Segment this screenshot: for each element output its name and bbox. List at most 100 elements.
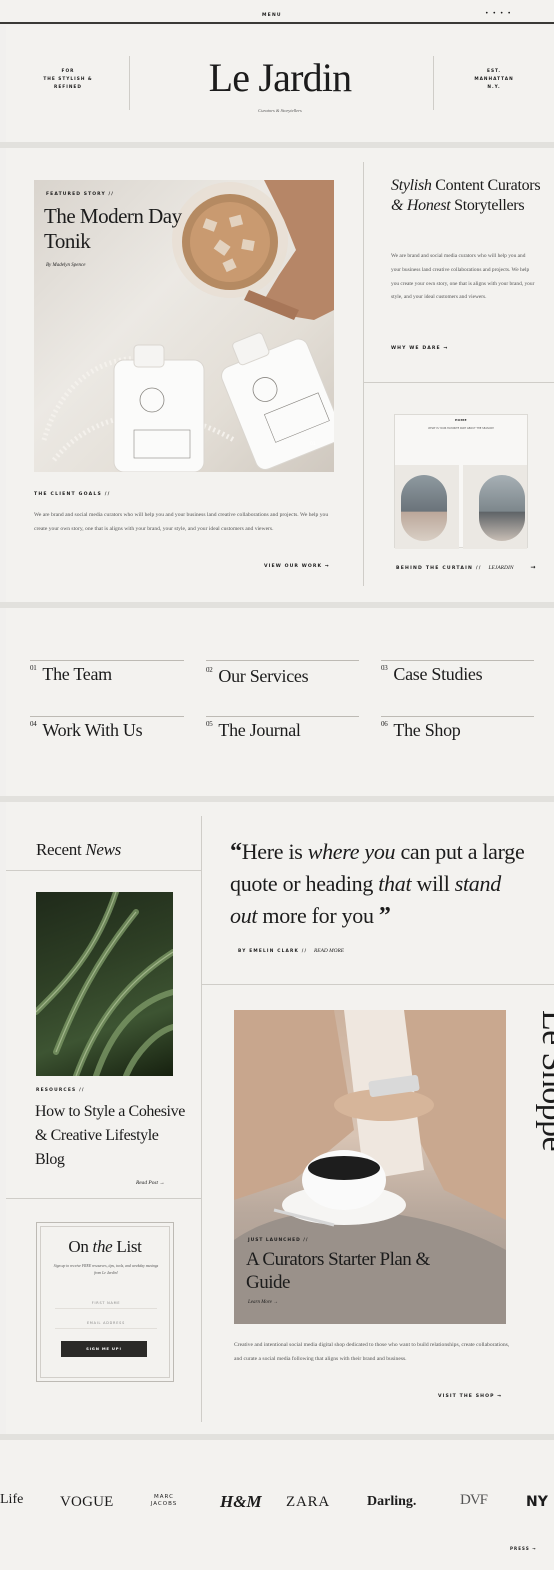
news-shop-section: Recent News RESOURCES // How to Style a … (6, 802, 554, 1434)
learn-more-link[interactable]: Learn More → (248, 1300, 278, 1305)
featured-section: FEATURED STORY // The Modern Day Tonik B… (6, 148, 554, 602)
press-logo-vogue[interactable]: VOGUE (60, 1494, 114, 1511)
first-name-field[interactable]: FIRST NAME (55, 1297, 157, 1309)
quote-byline: BY EMELIN CLARK // Read More (238, 948, 344, 954)
news-kicker: RESOURCES // (36, 1088, 85, 1093)
page: MENU • • • • FOR THE STYLISH & REFINED L… (0, 0, 554, 1570)
brand-logo[interactable]: Le Jardin (180, 54, 380, 101)
about-heading: Stylish Content Curators & Honest Storyt… (391, 176, 541, 216)
nav-item-team[interactable]: 01 The Team (30, 664, 112, 685)
featured-kicker: FEATURED STORY // (46, 192, 115, 197)
press-logo-darling[interactable]: Darling. (367, 1494, 416, 1510)
quote-italic: that (378, 871, 412, 896)
nav-item-shop[interactable]: 06 The Shop (381, 720, 461, 741)
quote-text: Here is (241, 839, 303, 864)
news-post-title[interactable]: How to Style a Cohesive & Creative Lifes… (35, 1100, 185, 1172)
press-logo-zara[interactable]: ZARA (286, 1494, 330, 1511)
quote-text: more for you (262, 903, 374, 928)
behind-curtain-screen[interactable]: HOME WHAT IS YOUR FAVORITE PART ABOUT TH… (394, 414, 528, 549)
featured-image[interactable]: FEATURED STORY // The Modern Day Tonik B… (34, 180, 334, 472)
email-field[interactable]: EMAIL ADDRESS (55, 1317, 157, 1329)
heading-italic: Stylish (391, 177, 432, 194)
tag-line: MANHATTAN (474, 77, 514, 82)
nav-item-services[interactable]: 02 Our Services (206, 666, 309, 687)
shop-kicker: JUST LAUNCHED // (248, 1238, 309, 1243)
tag-line: N.Y. (487, 85, 501, 90)
newsletter-box: On the List Sign up to receive FREE reso… (36, 1222, 174, 1382)
byline-text: BY EMELIN CLARK // (238, 949, 308, 954)
arrow-icon[interactable]: → (530, 564, 536, 571)
tag-line: THE STYLISH & (43, 77, 93, 82)
press-logo-life[interactable]: Life (0, 1492, 23, 1508)
nav-label: Our Services (218, 666, 309, 686)
nav-number: 05 (206, 720, 213, 728)
nav-item-work-with-us[interactable]: 04 Work With Us (30, 720, 143, 741)
read-more-link[interactable]: Read More (314, 948, 344, 954)
shop-vertical-title: Le Shoppe (535, 1010, 554, 1151)
nav-label: Work With Us (42, 720, 143, 740)
slide-counter: 01 (310, 442, 316, 447)
press-link[interactable]: PRESS → (510, 1546, 537, 1551)
quote-italic: where you (307, 839, 396, 864)
shop-product-title[interactable]: A Curators Starter Plan & Guide (246, 1248, 466, 1294)
site-header: FOR THE STYLISH & REFINED Le Jardin Cura… (6, 26, 554, 142)
header-left-tag: FOR THE STYLISH & REFINED (28, 68, 108, 92)
nav-number: 06 (381, 720, 388, 728)
open-quote-icon: “ (230, 839, 242, 865)
nav-number: 03 (381, 664, 388, 672)
title-text: List (116, 1237, 142, 1256)
behind-curtain-label: BEHIND THE CURTAIN // Lejardin → (396, 564, 537, 571)
heading-italic: News (85, 840, 121, 859)
close-quote-icon: ” (378, 903, 391, 929)
featured-author: By Madelyn Spence (46, 263, 86, 268)
tag-line: REFINED (54, 85, 82, 90)
screen-title: HOME (454, 418, 468, 422)
nav-number: 01 (30, 664, 37, 672)
view-our-work-link[interactable]: VIEW OUR WORK → (264, 564, 330, 569)
nav-label: Case Studies (393, 664, 483, 684)
heading-text: Storytellers (454, 197, 525, 214)
screen-line: WHAT IS YOUR FAVORITE PART ABOUT THE SEA… (428, 427, 494, 430)
palm-leaf-art (36, 892, 173, 1076)
phone-photo-left (401, 475, 447, 541)
nav-label: The Shop (393, 720, 461, 740)
nav-label: The Team (42, 664, 112, 684)
top-bar: MENU • • • • (0, 0, 554, 24)
why-we-dare-link[interactable]: WHY WE DARE → (391, 346, 448, 351)
title-text: On (68, 1237, 89, 1256)
press-logo-ny[interactable]: NY (526, 1494, 548, 1510)
phone-photo-right (479, 475, 525, 541)
press-logo-dvf[interactable]: DVF (460, 1492, 488, 1509)
nav-number: 02 (206, 666, 213, 674)
nav-item-case-studies[interactable]: 03 Case Studies (381, 664, 483, 685)
label-text: BEHIND THE CURTAIN // (396, 566, 482, 571)
brand-tagline: Curators & Storytellers (258, 108, 302, 113)
newsletter-blurb: Sign up to receive FREE resources, tips,… (53, 1264, 159, 1275)
newsletter-title: On the List (37, 1237, 173, 1257)
shop-image[interactable]: JUST LAUNCHED // A Curators Starter Plan… (234, 1010, 506, 1324)
visit-shop-link[interactable]: VISIT THE SHOP → (438, 1394, 502, 1399)
heading-text: Content Curators (435, 177, 541, 194)
read-post-link[interactable]: Read Post → (136, 1180, 165, 1186)
sign-up-button[interactable]: SIGN ME UP! (61, 1341, 147, 1357)
news-image[interactable] (36, 892, 173, 1076)
recent-news-heading: Recent News (36, 840, 121, 860)
heading-amp: & (391, 197, 404, 214)
client-goals-label: THE CLIENT GOALS // (34, 492, 111, 497)
quote-text: will (416, 871, 450, 896)
nav-item-journal[interactable]: 05 The Journal (206, 720, 301, 741)
header-right-tag: EST. MANHATTAN N.Y. (454, 68, 534, 92)
featured-quote: “Here is where you can put a large quote… (230, 836, 530, 932)
instagram-handle[interactable]: Lejardin (488, 565, 513, 571)
press-logo-marc-jacobs[interactable]: MARC JACOBS (144, 1494, 184, 1508)
tag-line: FOR (61, 69, 75, 74)
title-italic: the (92, 1237, 113, 1256)
featured-title[interactable]: The Modern Day Tonik (44, 204, 184, 254)
shop-description: Creative and intentional social media di… (234, 1342, 510, 1362)
social-icons[interactable]: • • • • (485, 10, 512, 17)
press-section: Life VOGUE MARC JACOBS H&M ZARA Darling.… (0, 1440, 554, 1570)
press-logo-hm[interactable]: H&M (220, 1492, 262, 1512)
nav-label: The Journal (218, 720, 301, 740)
nav-section: 01 The Team 02 Our Services 03 Case Studies… (6, 608, 554, 796)
menu-button[interactable]: MENU (262, 13, 282, 18)
